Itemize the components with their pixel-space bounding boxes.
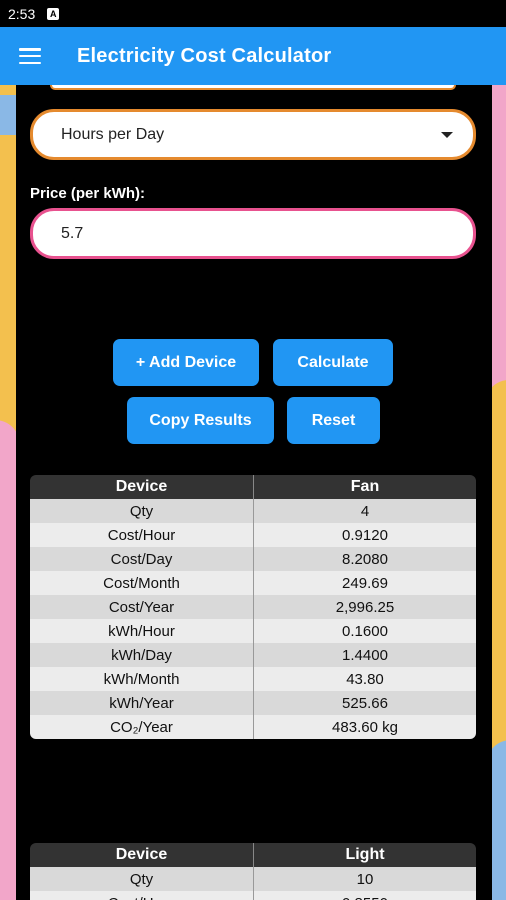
table-row: CO₂/Year 483.60 kg xyxy=(30,715,476,739)
hamburger-menu-icon[interactable] xyxy=(19,48,41,64)
table-cell-label: kWh/Year xyxy=(30,691,254,715)
table-cell-value: 249.69 xyxy=(342,574,388,592)
table-cell-label: CO₂/Year xyxy=(30,715,254,739)
header-cell: Fan xyxy=(350,478,380,495)
table-cell-label: kWh/Month xyxy=(30,667,254,691)
results-table-light: Device Light Qty 10 Cost/Hour0.8550 xyxy=(30,843,476,900)
table-row: Qty 4 xyxy=(30,499,476,523)
table-cell-value: 1.4400 xyxy=(342,646,388,664)
table-row: Cost/Year 2,996.25 xyxy=(30,595,476,619)
reset-button[interactable]: Reset xyxy=(287,397,380,444)
period-select-value: Hours per Day xyxy=(61,125,165,143)
table-cell-label: Cost/Year xyxy=(30,595,254,619)
table-cell-label: Cost/Month xyxy=(30,571,254,595)
notification-icon: A xyxy=(47,7,60,20)
table-cell-label: Cost/Hour xyxy=(30,523,254,547)
app-bar: Electricity Cost Calculator xyxy=(0,27,506,85)
table-row: kWh/Day 1.4400 xyxy=(30,643,476,667)
header-cell: Device xyxy=(30,475,254,499)
calculate-button[interactable]: Calculate xyxy=(273,339,393,386)
header-cell: Light xyxy=(345,846,385,863)
add-device-button[interactable]: + Add Device xyxy=(113,339,259,386)
status-time: 2:53 xyxy=(8,5,36,22)
table-cell-value: 43.80 xyxy=(346,670,384,688)
price-input[interactable] xyxy=(30,208,476,259)
table-cell-label: Cost/Hour xyxy=(30,891,254,900)
table-cell-value: 8.2080 xyxy=(342,550,388,568)
table-cell-value: 4 xyxy=(360,502,370,520)
table-header: Device Fan xyxy=(30,475,476,499)
header-cell: Device xyxy=(30,843,254,867)
table-row: Cost/Day 8.2080 xyxy=(30,547,476,571)
table-cell-label: Cost/Day xyxy=(30,547,254,571)
table-cell-value: 10 xyxy=(356,870,374,888)
app-title: Electricity Cost Calculator xyxy=(77,44,332,67)
status-bar: 2:53 A xyxy=(0,0,506,27)
table-row: kWh/Month 43.80 xyxy=(30,667,476,691)
table-cell-label: kWh/Day xyxy=(30,643,254,667)
table-row: Qty 10 xyxy=(30,867,476,891)
table-row: kWh/Hour 0.1600 xyxy=(30,619,476,643)
table-row: kWh/Year 525.66 xyxy=(30,691,476,715)
table-cell-value: 483.60 kg xyxy=(332,718,398,736)
period-select[interactable]: Hours per Day xyxy=(30,109,476,160)
price-label: Price (per kWh): xyxy=(30,185,146,202)
dropdown-caret-icon xyxy=(441,132,453,138)
table-cell-value: 0.9120 xyxy=(342,526,388,544)
previous-field-edge[interactable] xyxy=(50,85,456,90)
table-row: Cost/Month 249.69 xyxy=(30,571,476,595)
table-cell-label: Qty xyxy=(30,499,254,523)
table-cell-value: 0.1600 xyxy=(342,622,388,640)
results-table-fan: Device Fan Qty 4 Cost/Hour 0.9120 Cost/Day… xyxy=(30,475,476,739)
table-header: Device Light xyxy=(30,843,476,867)
table-cell-label: kWh/Hour xyxy=(30,619,254,643)
table-row: Cost/Hour 0.9120 xyxy=(30,523,476,547)
table-cell-label: Qty xyxy=(30,867,254,891)
table-cell-value: 0.8550 xyxy=(254,891,476,900)
table-row: Cost/Hour0.8550 xyxy=(30,891,476,900)
table-cell-value: 525.66 xyxy=(342,694,388,712)
table-cell-value: 2,996.25 xyxy=(335,598,395,616)
copy-results-button[interactable]: Copy Results xyxy=(127,397,274,444)
